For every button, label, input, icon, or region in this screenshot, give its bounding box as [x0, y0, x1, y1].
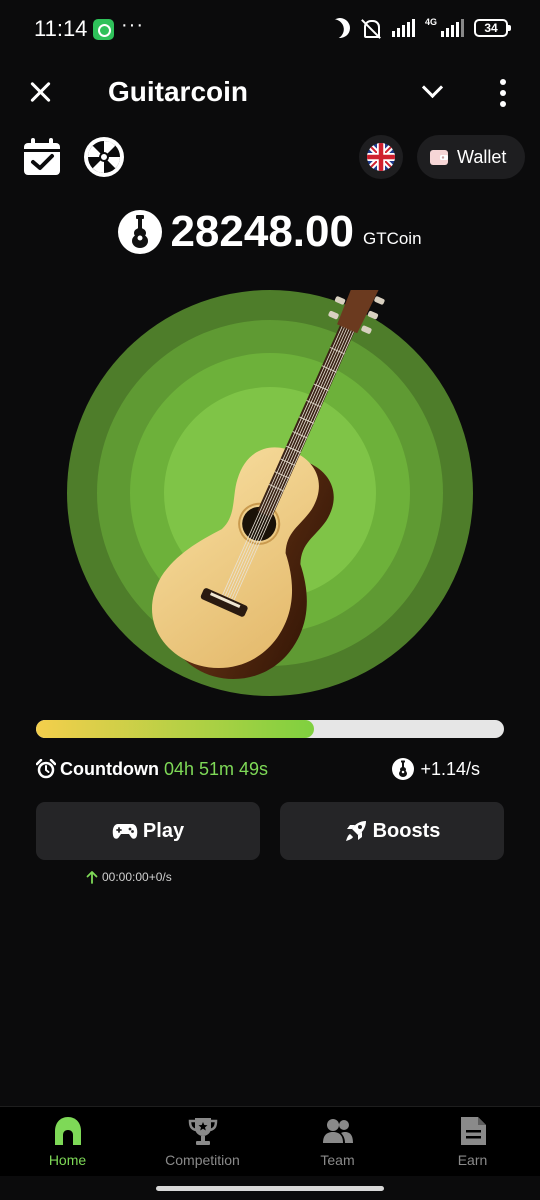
wallet-icon [430, 150, 448, 165]
play-button[interactable]: Play [36, 802, 260, 860]
nav-label-home: Home [48, 1152, 87, 1168]
nav-item-earn[interactable]: Earn [405, 1107, 540, 1176]
boosts-button[interactable]: Boosts [280, 802, 504, 860]
chevron-down-icon[interactable] [416, 78, 448, 106]
gesture-bar [156, 1186, 384, 1191]
play-label: Play [142, 819, 185, 842]
nav-label-team: Team [320, 1152, 355, 1168]
nav-item-home[interactable]: Home [0, 1107, 135, 1176]
moon-icon [326, 14, 353, 41]
play-stat-text: 00:00:00+0/s [102, 870, 172, 884]
uk-flag-icon [367, 143, 395, 171]
language-button[interactable] [359, 135, 403, 179]
whatsapp-icon [93, 19, 114, 40]
wallet-button[interactable]: Wallet [417, 135, 525, 179]
alarm-clock-icon [36, 759, 56, 779]
more-notifications: ··· [121, 14, 144, 36]
earn-rate: +1.14/s [392, 756, 480, 782]
nav-label-earn: Earn [457, 1152, 488, 1168]
wifi-signal-icon [391, 19, 415, 37]
status-icons: 4G 34 [330, 16, 511, 40]
rocket-icon [345, 821, 366, 841]
status-time: 11:14 [34, 16, 88, 41]
balance-unit: GTCoin [362, 229, 422, 248]
network-type: 4G [424, 16, 437, 27]
nav-label-competition: Competition [165, 1152, 240, 1168]
countdown-label: Countdown [60, 758, 159, 779]
nav-item-competition[interactable]: Competition [135, 1107, 270, 1176]
guitar-coin-icon [118, 210, 163, 254]
status-bar: 11:14 ··· 4G 34 [0, 0, 540, 58]
boosts-label: Boosts [372, 819, 441, 842]
mute-icon [360, 18, 382, 38]
tap-area[interactable] [67, 290, 473, 696]
earn-rate-value: +1.14/s [420, 758, 480, 779]
gamepad-icon [112, 824, 138, 839]
trophy-icon [188, 1118, 217, 1145]
app-header: Guitarcoin [0, 62, 540, 124]
countdown-value: 04h 51m 49s [163, 758, 269, 779]
cell-signal-icon [441, 19, 464, 37]
close-button[interactable] [26, 77, 56, 107]
fortune-wheel-button[interactable] [83, 136, 125, 178]
daily-reward-button[interactable] [22, 137, 62, 177]
document-icon [460, 1117, 486, 1145]
balance-display: 28248.00 GTCoin [0, 206, 540, 258]
bottom-navigation: Home Competition Team Earn [0, 1106, 540, 1176]
countdown: Countdown 04h 51m 49s [36, 756, 268, 782]
energy-progress-bar [36, 720, 504, 738]
fortune-wheel-icon [84, 137, 124, 177]
battery-icon: 34 [474, 19, 511, 37]
play-stat: 00:00:00+0/s [86, 868, 172, 886]
home-icon [54, 1117, 81, 1145]
calendar-check-icon [24, 138, 60, 175]
guitar-coin-icon [392, 758, 415, 780]
wallet-label: Wallet [457, 146, 507, 167]
acoustic-guitar-image [152, 290, 385, 679]
balance-value: 28248.00 [170, 207, 354, 256]
more-menu-button[interactable] [496, 79, 510, 107]
team-icon [322, 1119, 353, 1143]
page-title: Guitarcoin [108, 76, 249, 107]
nav-item-team[interactable]: Team [270, 1107, 405, 1176]
arrow-up-icon [86, 871, 98, 884]
energy-progress-fill [36, 720, 314, 738]
